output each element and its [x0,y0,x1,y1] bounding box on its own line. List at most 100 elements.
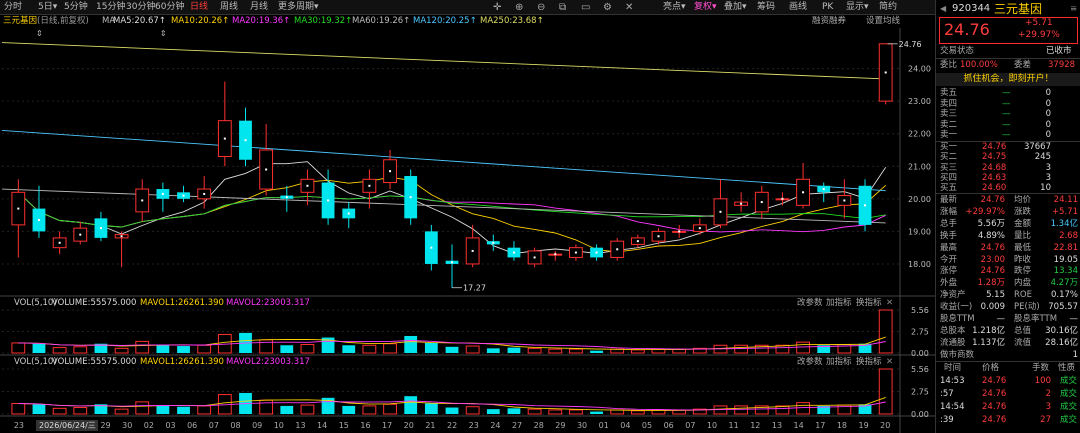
volume-bar [445,407,459,414]
candle-avg-dot [223,137,226,140]
volume-bar [424,403,438,414]
candle-avg-dot [492,241,495,244]
close-icon[interactable]: ✕ [886,357,893,368]
volume-bar [32,343,46,353]
date-tick-label: 21 [425,421,435,430]
toolbar-6-button[interactable]: 显示▾ [846,1,869,14]
kline-chart[interactable]: 24.76 17.27 ⇕ ⇕ 24.00 23.00 22.00 21.00 20.00 19.… [0,28,935,433]
volume-bar [383,343,397,354]
candle-avg-dot [719,210,722,213]
period-tab-8[interactable]: 月线 [250,1,268,14]
period-tab-7[interactable]: 周线 [220,1,238,14]
candle-avg-dot [595,251,598,254]
stock-title: 三元基因 [994,2,1043,16]
volume-bar [73,346,88,354]
volume-bar [177,346,190,353]
volume-bar [486,409,500,414]
candle-avg-dot [864,204,867,207]
candle-avg-dot [389,170,392,173]
stat-row-1: 涨幅 +29.97% 涨跌 +5.71 [940,206,1078,217]
stat-row-4: 最高 24.76 最低 22.81 [940,242,1078,253]
period-tab-4[interactable]: 30分钟 [126,1,155,14]
add-indicator-button[interactable]: 加指标 [826,357,852,368]
chart-tool-1-icon[interactable]: ⊕ [515,1,523,14]
stat-row-0: 最新 24.76 均价 24.11 [940,195,1078,205]
open-account-banner[interactable]: 抓住机会，即刻开户！ [936,73,1080,86]
chart-tool-4-icon[interactable]: ▭ [581,1,590,14]
toolbar-1-button[interactable]: 复权▾ [694,1,717,14]
trade-row-2: 14:54 24.76 3 成交 [940,402,1078,412]
vol-panel-label: VOL(5,10) [14,298,57,308]
volume-bar [280,405,294,414]
candle-avg-dot [141,199,144,202]
volume-bar [878,309,893,354]
edit-params-button[interactable]: 改参数 [797,298,823,309]
candle-avg-dot [161,192,164,195]
stat-row-9: 收益(一) 0.009 PE(动) 705.57 [940,302,1078,313]
ask-level-1: 卖五 —0 [940,88,1051,98]
toolbar-2-button[interactable]: 叠加▾ [724,1,747,14]
chart-tool-2-icon[interactable]: ⊖ [537,1,545,14]
candle-avg-dot [182,194,185,197]
ask-level-4: 卖二 —0 [940,119,1051,130]
date-tick-label: 27 [512,421,522,430]
event-marker-icon: ⇕ [36,29,43,38]
date-tick-label: 23 [14,421,24,430]
switch-indicator-button[interactable]: 换指标 [856,298,882,309]
low-annotation: 17.27 [463,284,486,293]
ask-level-3: 卖三 —0 [940,109,1051,120]
vol-panel-mavol1: MAVOL1:26261.390 [140,357,224,367]
quote-panel: ◀ 920344 三元基因 ≡ 24.76 +5.71 +29.97% 交易状态… [935,0,1080,433]
margin-trading-link[interactable]: 融资融券 [812,15,846,28]
volume-bar [280,345,294,353]
candle-avg-dot [884,71,887,74]
candle-avg-dot [58,241,61,244]
trade-row-0: 14:53 24.76 100 成交 [940,376,1078,386]
period-tab-0[interactable]: 分时 [4,1,22,14]
volume-bar [507,347,521,353]
volume-bar [114,408,129,415]
period-tab-1[interactable]: 5日▾ [38,1,57,14]
date-tick-label: 13 [772,421,782,430]
stat-row-8: 净资产 5.15 ROE 0.17% [940,290,1078,301]
volume-bar [114,347,129,354]
chart-tool-3-icon[interactable]: ⧉ [559,1,566,14]
volume-bar [630,349,645,354]
candle-avg-dot [99,227,102,230]
candle-avg-dot [368,184,371,187]
period-tab-9[interactable]: 更多周期▾ [278,1,319,14]
date-tick-label: 11 [729,421,739,430]
chart-tool-5-icon[interactable]: ⚙ [603,1,612,14]
stat-row-6: 涨停 24.76 跌停 13.34 [940,266,1078,277]
edit-params-button[interactable]: 改参数 [797,357,823,368]
period-tab-5[interactable]: 60分钟 [155,1,184,14]
ask-level-2: 卖四 —0 [940,98,1051,109]
toolbar-5-button[interactable]: PK [822,1,833,14]
volume-bar [590,411,603,414]
candle-avg-dot [802,191,805,194]
period-tab-6[interactable]: 日线 [190,1,208,14]
ma-settings-link[interactable]: 设置均线 [866,15,900,28]
date-tick-label: 19 [859,421,869,430]
price-tick-label: 24.00 [908,65,931,74]
date-tick-label: 17 [815,421,825,430]
volume-bar [548,409,563,415]
date-tick-label: 14 [794,421,804,430]
toolbar-0-button[interactable]: 亮点▾ [663,1,686,14]
toolbar-7-button[interactable]: 简约 [879,1,897,14]
candle-avg-dot [306,184,309,187]
date-tick-label: 30 [577,421,587,430]
toolbar-4-button[interactable]: 画线 [789,1,807,14]
toolbar-3-button[interactable]: 筹码 [757,1,775,14]
period-tab-3[interactable]: 15分钟 [96,1,125,14]
period-tab-2[interactable]: 5分钟 [64,1,88,14]
volume-bar [734,344,749,354]
ma-value-5: MA120:20.25↑ [413,16,477,26]
collapse-icon[interactable]: ◀ [940,2,946,16]
menu-icon[interactable]: ≡ [1070,2,1077,16]
switch-indicator-button[interactable]: 换指标 [856,357,882,368]
chart-tool-0-icon[interactable]: ✛ [493,1,501,14]
chart-tool-6-icon[interactable]: ✕ [625,1,633,14]
add-indicator-button[interactable]: 加指标 [826,298,852,309]
close-icon[interactable]: ✕ [886,298,893,309]
